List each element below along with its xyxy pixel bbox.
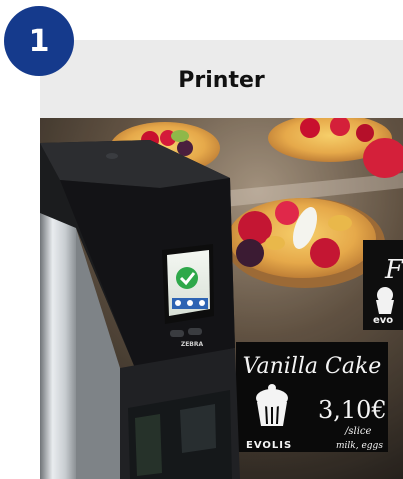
back-sign-brand: evo: [373, 315, 393, 326]
printer-card: Printer F evo Vanilla Cake 3,10€ /slice …: [40, 40, 403, 479]
step-number: 1: [28, 23, 50, 59]
printer-photo: F evo Vanilla Cake 3,10€ /slice EVOLIS m…: [40, 118, 403, 479]
card-header: Printer: [40, 40, 403, 118]
sign-title: Vanilla Cake: [243, 354, 382, 379]
vanilla-cake-sign: Vanilla Cake 3,10€ /slice EVOLIS milk, e…: [236, 342, 388, 452]
sign-brand: EVOLIS: [246, 440, 292, 451]
sign-price: 3,10€: [318, 396, 387, 424]
card-title: Printer: [178, 67, 265, 93]
back-sign-title: F: [384, 255, 403, 285]
step-badge: 1: [4, 6, 74, 76]
printer-touch-screen: [162, 244, 214, 324]
printer-brand: ZEBRA: [181, 341, 204, 348]
card-printer: ZEBRA: [40, 140, 240, 479]
back-sign: F evo: [363, 240, 403, 330]
sign-unit: /slice: [344, 426, 371, 437]
tart-front: [225, 198, 385, 288]
check-icon: [176, 267, 198, 289]
sign-note: milk, eggs: [336, 441, 383, 451]
